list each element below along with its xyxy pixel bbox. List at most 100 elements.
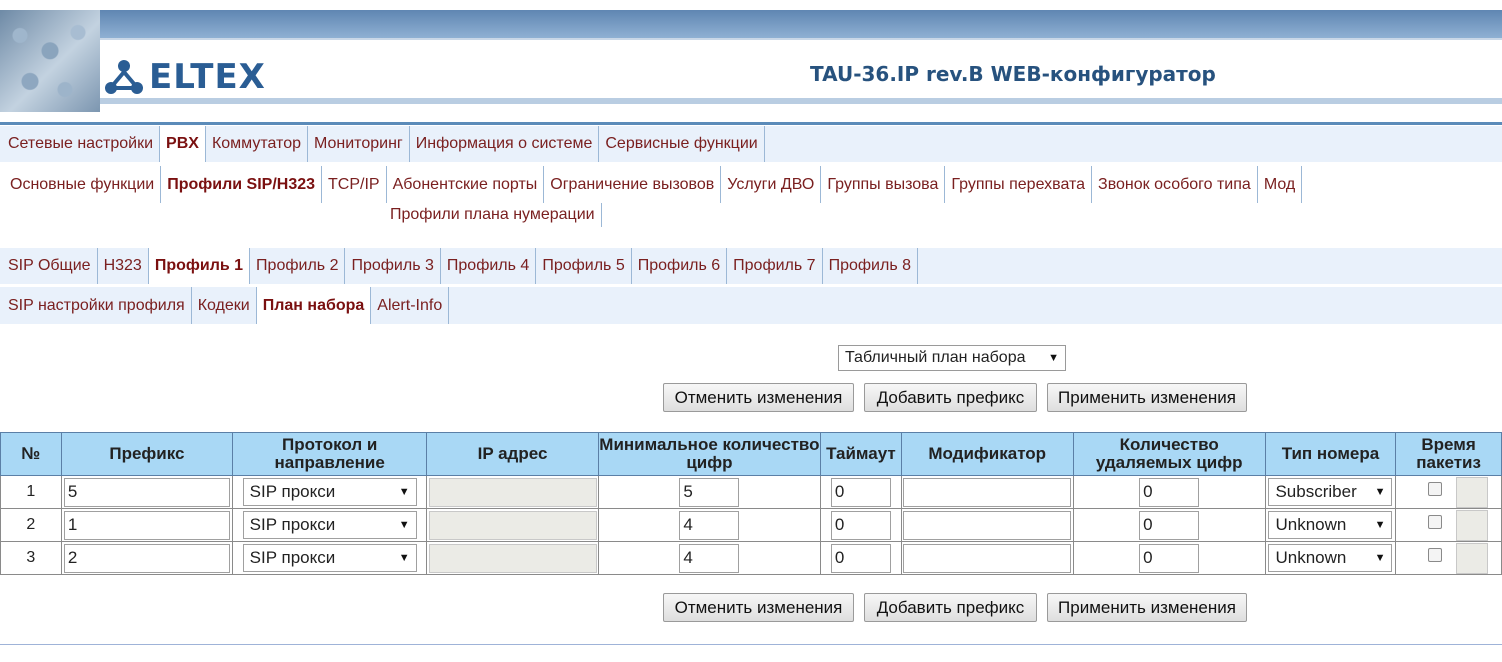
modifier-input[interactable] (903, 510, 1072, 540)
packet-time-input[interactable] (1456, 542, 1489, 574)
min-digits-cell: 4 (597, 508, 821, 542)
pbx-menu-item-7[interactable]: Группы вызова (821, 166, 946, 203)
modifier-cell (900, 508, 1074, 542)
number-type-cell: Subscriber ▼ (1264, 475, 1397, 509)
pbx-menu-item-row2-1[interactable]: Профили плана нумерации (384, 203, 602, 227)
top-strip (0, 0, 1502, 10)
timeout-input[interactable]: 0 (830, 510, 891, 540)
modifier-input[interactable] (903, 543, 1072, 573)
min-digits-input[interactable]: 4 (679, 510, 740, 540)
delete-digits-input[interactable]: 0 (1139, 543, 1200, 573)
tab-profile-5[interactable]: Профиль 3 (345, 248, 441, 284)
main-menu: Сетевые настройки PBX Коммутатор Мониторинг… (0, 126, 1502, 162)
main-menu-item-6[interactable]: Сервисные функции (599, 126, 765, 162)
packet-time-cell (1395, 541, 1502, 575)
protocol-value: SIP прокси (249, 515, 336, 534)
dropdown-arrow-icon: ▼ (1374, 486, 1386, 498)
pbx-menu-row2: Профили плана нумерации (384, 203, 602, 227)
tab-profile-7[interactable]: Профиль 5 (536, 248, 632, 284)
modifier-input[interactable] (903, 477, 1072, 507)
packet-time-checkbox[interactable] (1428, 515, 1443, 530)
main-menu-item-2[interactable]: PBX (160, 126, 206, 162)
tab-profile-sub-3[interactable]: План набора (256, 287, 372, 324)
col-number-header: № (0, 432, 62, 476)
add-prefix-button-top[interactable]: Добавить префикс (864, 383, 1037, 412)
col-packet-time-header: Время пакетиз (1395, 432, 1502, 476)
protocol-value: SIP прокси (249, 482, 336, 501)
page-title: TAU-36.IP rev.B WEB-конфигуратор (810, 62, 1216, 86)
header-band (0, 10, 1502, 38)
protocol-select[interactable]: SIP прокси ▼ (242, 478, 417, 506)
main-menu-item-1[interactable]: Сетевые настройки (0, 126, 161, 162)
number-type-select[interactable]: Unknown ▼ (1268, 511, 1393, 539)
tab-profile-8[interactable]: Профиль 6 (632, 248, 728, 284)
protocol-select[interactable]: SIP прокси ▼ (242, 511, 417, 539)
timeout-input[interactable]: 0 (830, 477, 891, 507)
packet-time-checkbox[interactable] (1428, 548, 1443, 563)
packet-time-cell (1395, 508, 1502, 542)
pbx-menu-item-4[interactable]: Абонентские порты (387, 166, 545, 203)
ip-address-input[interactable] (428, 477, 597, 507)
apply-changes-button-top[interactable]: Применить изменения (1047, 383, 1247, 412)
ip-address-cell (426, 508, 599, 542)
row-number: 2 (26, 516, 36, 533)
dial-plan-table: № Префикс Протокол и направление IP адрес Ми… (0, 432, 1502, 575)
header-photo (0, 10, 100, 112)
ip-address-input[interactable] (428, 543, 597, 573)
col-prefix-header: Префикс (60, 432, 234, 476)
protocol-select[interactable]: SIP прокси ▼ (242, 544, 417, 572)
packet-time-input[interactable] (1456, 509, 1489, 541)
pbx-menu-item-10[interactable]: Мод (1258, 166, 1303, 203)
tab-profile-10[interactable]: Профиль 8 (823, 248, 918, 284)
col-modifier-header: Модификатор (900, 432, 1074, 476)
table-header-row: № Префикс Протокол и направление IP адрес Ми… (0, 432, 1502, 476)
tab-profile-sub-4[interactable]: Alert-Info (371, 287, 450, 324)
pbx-menu-item-5[interactable]: Ограничение вызовов (544, 166, 722, 203)
pbx-menu-item-6[interactable]: Услуги ДВО (721, 166, 822, 203)
header-divider (100, 98, 1502, 104)
dropdown-arrow-icon: ▼ (1374, 519, 1386, 531)
tab-profile-sub-1[interactable]: SIP настройки профиля (0, 287, 192, 324)
pbx-menu-item-3[interactable]: TCP/IP (322, 166, 387, 203)
pbx-menu-item-2[interactable]: Профили SIP/H323 (161, 166, 323, 203)
delete-digits-input[interactable]: 0 (1139, 510, 1200, 540)
tab-profile-1[interactable]: SIP Общие (0, 248, 98, 284)
cancel-changes-button-bottom[interactable]: Отменить изменения (663, 593, 854, 622)
prefix-input[interactable]: 2 (63, 543, 230, 573)
tab-profile-6[interactable]: Профиль 4 (441, 248, 537, 284)
cancel-changes-button-top[interactable]: Отменить изменения (663, 383, 854, 412)
timeout-cell: 0 (819, 475, 902, 509)
pbx-menu-item-1[interactable]: Основные функции (0, 166, 162, 203)
min-digits-input[interactable]: 5 (679, 477, 740, 507)
tab-profile-4[interactable]: Профиль 2 (250, 248, 346, 284)
tab-profile-2[interactable]: H323 (98, 248, 149, 284)
number-type-select[interactable]: Unknown ▼ (1268, 544, 1393, 572)
main-menu-item-5[interactable]: Информация о системе (410, 126, 600, 162)
dial-plan-table-container: № Префикс Протокол и направление IP адрес Ми… (0, 432, 1502, 575)
number-type-select[interactable]: Subscriber ▼ (1268, 478, 1393, 506)
ip-address-input[interactable] (428, 510, 597, 540)
row-number-cell: 1 (0, 475, 62, 509)
pbx-menu: Основные функции Профили SIP/H323 TCP/IP Аб… (0, 166, 1502, 203)
packet-time-input[interactable] (1456, 476, 1489, 508)
tab-profile-3[interactable]: Профиль 1 (148, 248, 251, 284)
dial-plan-type-select[interactable]: Табличный план набора ▼ (838, 345, 1066, 371)
delete-digits-input[interactable]: 0 (1139, 477, 1200, 507)
col-number-type-header: Тип номера (1264, 432, 1397, 476)
pbx-menu-item-8[interactable]: Группы перехвата (945, 166, 1093, 203)
prefix-input[interactable]: 5 (63, 477, 230, 507)
pbx-menu-item-9[interactable]: Звонок особого типа (1092, 166, 1258, 203)
tab-profile-sub-2[interactable]: Кодеки (192, 287, 257, 324)
min-digits-input[interactable]: 4 (679, 543, 740, 573)
prefix-cell: 5 (60, 475, 234, 509)
apply-changes-button-bottom[interactable]: Применить изменения (1047, 593, 1247, 622)
main-menu-item-3[interactable]: Коммутатор (206, 126, 308, 162)
packet-time-checkbox[interactable] (1428, 482, 1443, 497)
add-prefix-button-bottom[interactable]: Добавить префикс (864, 593, 1037, 622)
main-menu-item-4[interactable]: Мониторинг (308, 126, 410, 162)
prefix-input[interactable]: 1 (63, 510, 230, 540)
tab-profile-9[interactable]: Профиль 7 (727, 248, 823, 284)
min-digits-cell: 5 (597, 475, 821, 509)
timeout-input[interactable]: 0 (830, 543, 891, 573)
packet-time-cell (1395, 475, 1502, 509)
